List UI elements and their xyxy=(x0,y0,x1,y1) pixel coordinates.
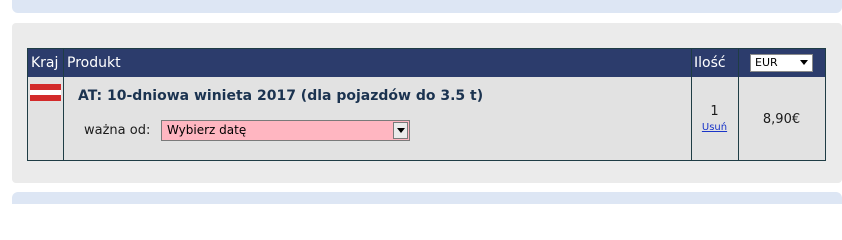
header-country: Kraj xyxy=(31,55,59,71)
header-product: Produkt xyxy=(67,55,121,71)
column-divider xyxy=(738,49,739,160)
date-select[interactable]: Wybierz datę xyxy=(161,120,410,141)
currency-select-value: EUR xyxy=(755,56,778,69)
austria-flag-icon xyxy=(30,84,61,101)
header-quantity: Ilość xyxy=(694,55,726,71)
cart-table: Kraj Produkt Ilość EUR AT: 10-dniowa win… xyxy=(27,48,826,161)
quantity-value: 1 xyxy=(710,104,719,119)
remove-link[interactable]: Usuń xyxy=(691,122,738,133)
header-currency-cell: EUR xyxy=(738,49,825,77)
chevron-down-icon xyxy=(800,60,808,65)
top-panel xyxy=(12,0,842,13)
chevron-down-icon xyxy=(397,128,405,133)
table-header-row: Kraj Produkt Ilość EUR xyxy=(28,49,825,77)
valid-from-label: ważna od: xyxy=(84,123,151,138)
date-select-value: Wybierz datę xyxy=(167,123,247,137)
price-value: 8,90€ xyxy=(762,112,801,127)
currency-select[interactable]: EUR xyxy=(750,54,813,72)
bottom-panel xyxy=(12,192,842,204)
column-divider xyxy=(63,49,64,160)
date-select-button[interactable] xyxy=(393,122,408,139)
product-title: AT: 10-dniowa winieta 2017 (dla pojazdów… xyxy=(78,88,484,104)
